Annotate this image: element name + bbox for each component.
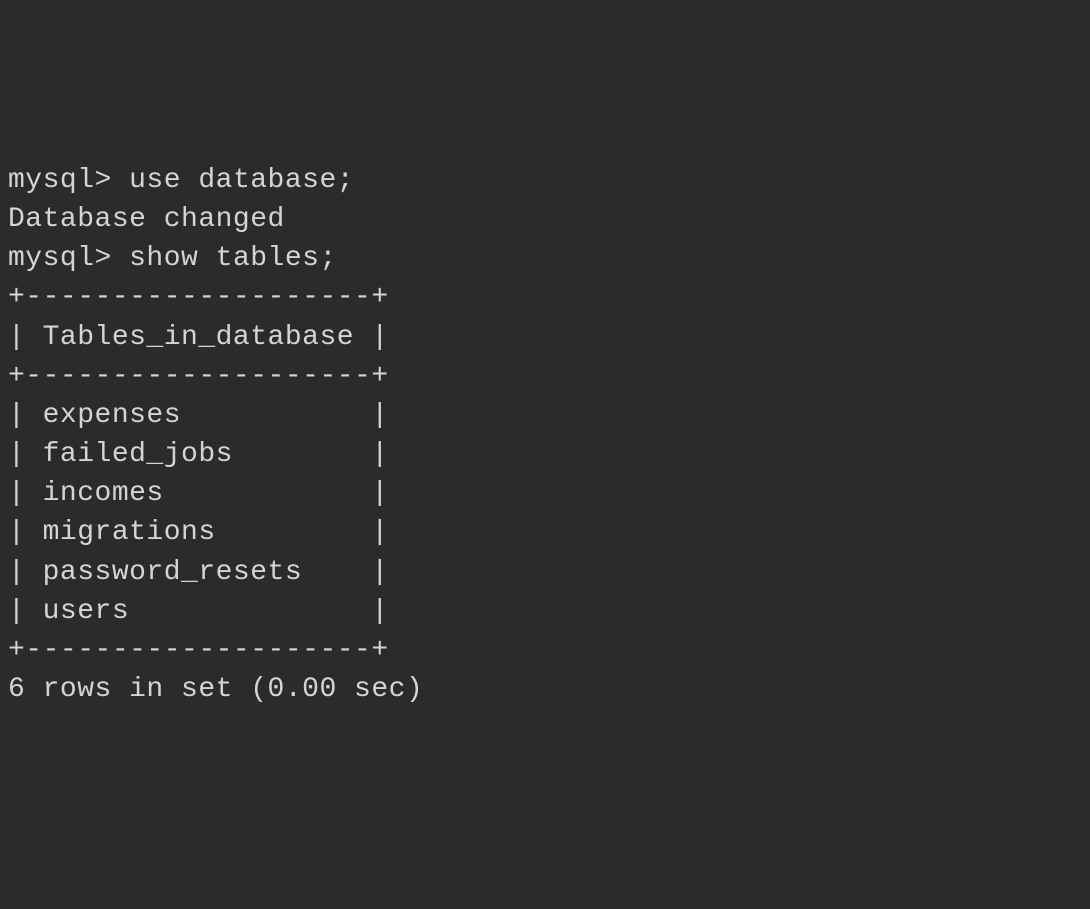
prompt: mysql>	[8, 243, 129, 274]
prompt: mysql>	[8, 165, 129, 196]
table-row: | incomes |	[8, 478, 389, 509]
table-divider-mid: +--------------------+	[8, 361, 389, 392]
table-row: | migrations |	[8, 517, 389, 548]
command-use: use database;	[129, 165, 354, 196]
table-divider-top: +--------------------+	[8, 282, 389, 313]
table-header: | Tables_in_database |	[8, 322, 389, 353]
table-row: | password_resets |	[8, 557, 389, 588]
terminal-output[interactable]: mysql> use database; Database changed my…	[8, 161, 1082, 710]
table-row: | expenses |	[8, 400, 389, 431]
result-footer: 6 rows in set (0.00 sec)	[8, 674, 423, 705]
response-db-changed: Database changed	[8, 204, 285, 235]
command-show-tables: show tables;	[129, 243, 337, 274]
table-divider-bottom: +--------------------+	[8, 635, 389, 666]
table-row: | users |	[8, 596, 389, 627]
table-row: | failed_jobs |	[8, 439, 389, 470]
